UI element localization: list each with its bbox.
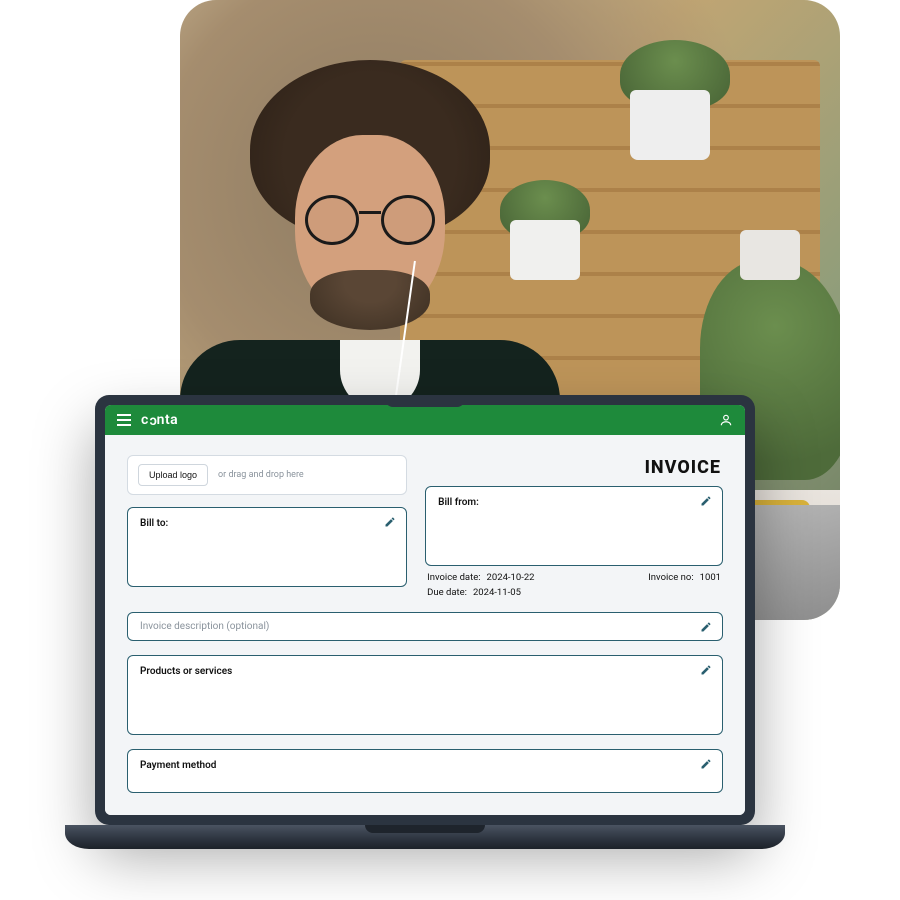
- bill-to-card[interactable]: Bill to:: [127, 507, 407, 587]
- menu-icon[interactable]: [117, 414, 131, 426]
- invoice-no-label: Invoice no:: [648, 572, 693, 583]
- edit-icon[interactable]: [384, 516, 396, 528]
- payment-label: Payment method: [140, 760, 216, 771]
- brand-text-1: c: [141, 412, 149, 428]
- upload-hint-text: or drag and drop here: [218, 470, 304, 480]
- app-header: ccnta: [105, 405, 745, 435]
- laptop-screen-frame: ccnta Upload logo or drag and drop here: [95, 395, 755, 825]
- user-icon[interactable]: [719, 413, 733, 427]
- invoice-no-value: 1001: [700, 572, 721, 583]
- products-label: Products or services: [140, 666, 232, 677]
- invoice-editor: Upload logo or drag and drop here Bill t…: [105, 435, 745, 815]
- bill-from-label: Bill from:: [438, 497, 479, 508]
- edit-icon[interactable]: [700, 758, 712, 770]
- invoice-title: INVOICE: [425, 455, 723, 486]
- bill-to-label: Bill to:: [140, 518, 168, 529]
- payment-method-card[interactable]: Payment method: [127, 749, 723, 793]
- due-date-label: Due date:: [427, 587, 467, 598]
- app-screen: ccnta Upload logo or drag and drop here: [105, 405, 745, 815]
- invoice-date-label: Invoice date:: [427, 572, 480, 583]
- logo-upload-box[interactable]: Upload logo or drag and drop here: [127, 455, 407, 495]
- laptop-mockup: ccnta Upload logo or drag and drop here: [95, 395, 755, 849]
- edit-icon[interactable]: [700, 664, 712, 676]
- upload-logo-button[interactable]: Upload logo: [138, 464, 208, 486]
- due-date-value: 2024-11-05: [473, 587, 521, 598]
- brand-text-2: nta: [157, 412, 179, 428]
- edit-icon[interactable]: [700, 495, 712, 507]
- brand-accent-icon: c: [149, 413, 157, 429]
- products-card[interactable]: Products or services: [127, 655, 723, 735]
- invoice-date-value: 2024-10-22: [487, 572, 535, 583]
- laptop-base: [65, 825, 785, 849]
- invoice-description-card[interactable]: Invoice description (optional): [127, 612, 723, 641]
- bill-from-card[interactable]: Bill from:: [425, 486, 723, 566]
- laptop-notch: [385, 395, 465, 407]
- brand-logo[interactable]: ccnta: [141, 412, 178, 428]
- edit-icon[interactable]: [700, 621, 712, 633]
- invoice-description-placeholder: Invoice description (optional): [140, 621, 269, 632]
- invoice-meta: Invoice date: 2024-10-22 Due date: 2024-…: [425, 566, 723, 598]
